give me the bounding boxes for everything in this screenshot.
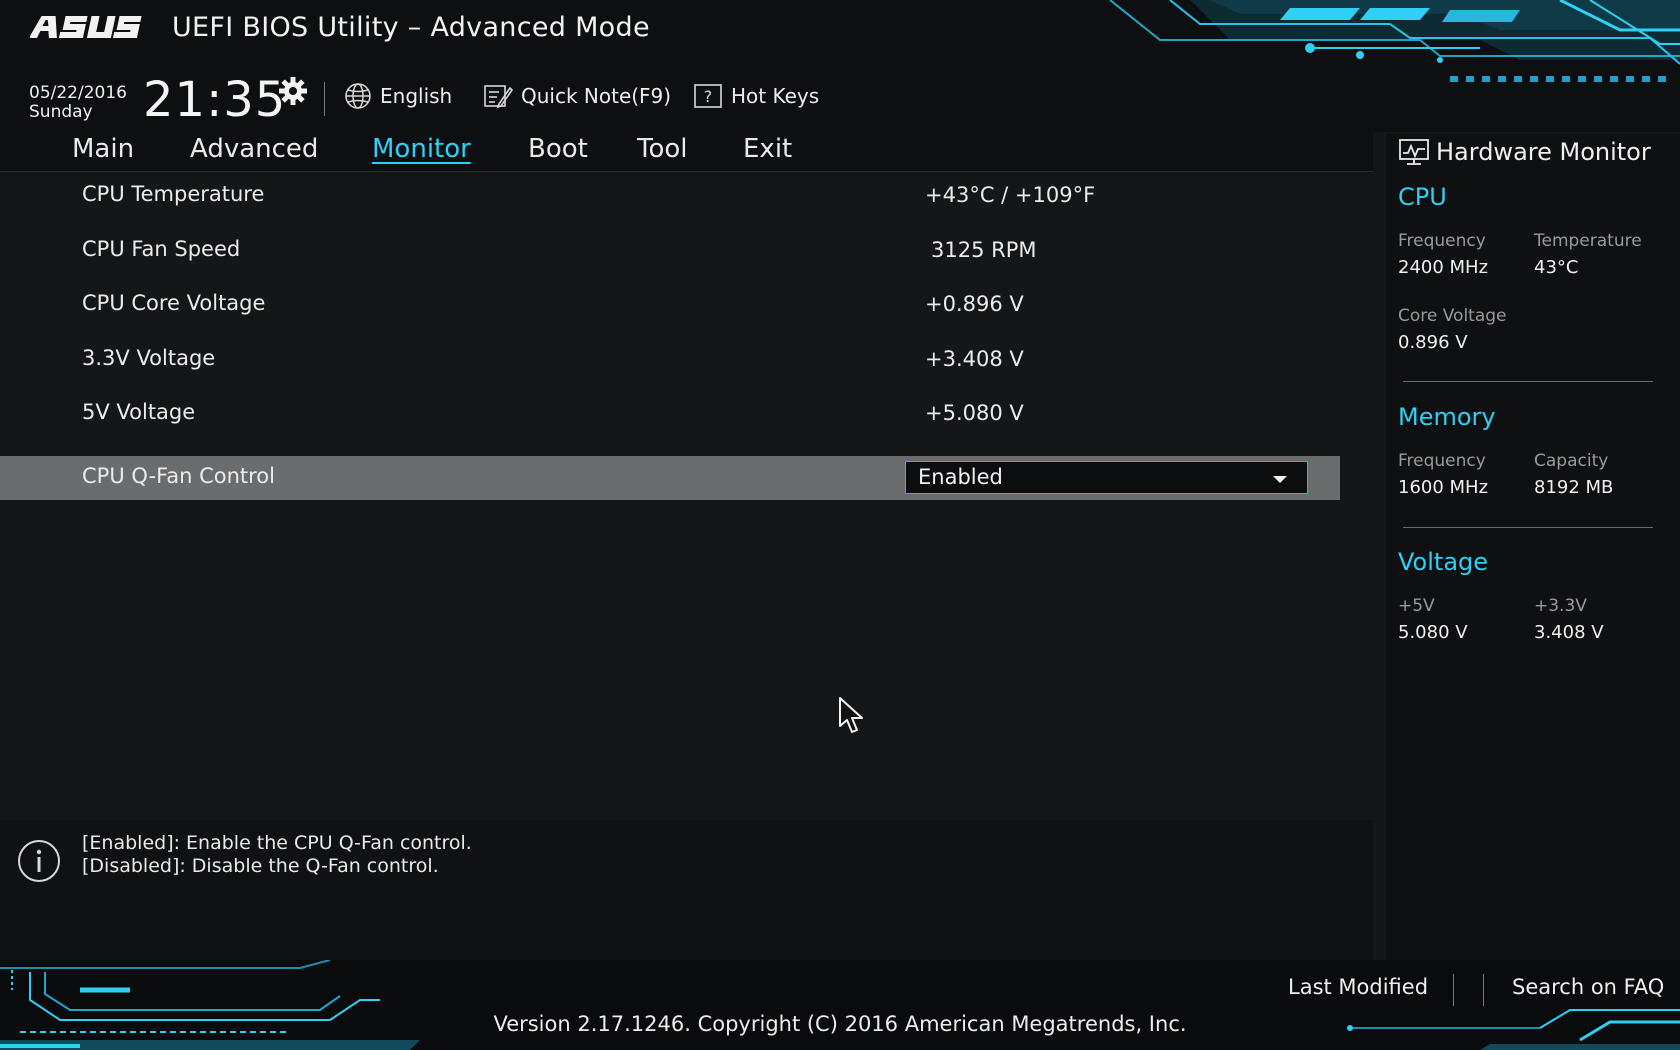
bios-window: UEFI BIOS Utility – Advanced Mode 05/22/… bbox=[0, 0, 1680, 1050]
setting-label: CPU Fan Speed bbox=[82, 237, 241, 261]
chevron-down-icon bbox=[1273, 476, 1287, 483]
clock: 21:35 bbox=[143, 72, 287, 128]
hw-voltage-3v3-label: +3.3V bbox=[1534, 596, 1587, 616]
hw-cpu-frequency-label: Frequency bbox=[1398, 231, 1486, 251]
language-button[interactable]: English bbox=[344, 80, 452, 112]
footer-separator bbox=[1453, 974, 1454, 1006]
help-text-disabled: [Disabled]: Disable the Q-Fan control. bbox=[82, 855, 439, 877]
help-key-icon: ? bbox=[694, 84, 722, 108]
hw-cpu-core-voltage-value: 0.896 V bbox=[1398, 332, 1468, 353]
tab-advanced[interactable]: Advanced bbox=[190, 134, 318, 164]
date-block: 05/22/2016 Sunday bbox=[29, 84, 127, 122]
setting-label: CPU Core Voltage bbox=[82, 291, 266, 315]
hardware-monitor-title: Hardware Monitor bbox=[1398, 138, 1651, 166]
hw-memory-capacity-value: 8192 MB bbox=[1534, 477, 1614, 498]
note-icon bbox=[484, 85, 513, 109]
hw-section-cpu: CPU bbox=[1398, 183, 1447, 211]
gear-icon[interactable] bbox=[278, 76, 308, 106]
footer-circuit-left bbox=[0, 960, 420, 1050]
hw-memory-capacity-label: Capacity bbox=[1534, 451, 1609, 471]
search-on-faq-button[interactable]: Search on FAQ bbox=[1512, 975, 1664, 999]
setting-label: 5V Voltage bbox=[82, 400, 196, 424]
hw-divider bbox=[1403, 381, 1653, 382]
hw-voltage-5v-label: +5V bbox=[1398, 596, 1435, 616]
main-tabs: Main Advanced Monitor Boot Tool Exit bbox=[0, 132, 1373, 172]
setting-row-cpu-fan-speed[interactable]: CPU Fan Speed 3125 RPM bbox=[0, 229, 1340, 273]
globe-icon bbox=[345, 83, 371, 109]
setting-row-5v-voltage[interactable]: 5V Voltage +5.080 V bbox=[0, 392, 1340, 436]
header-separator bbox=[324, 82, 325, 116]
q-fan-control-dropdown[interactable]: Enabled bbox=[905, 461, 1308, 494]
info-icon bbox=[18, 840, 60, 882]
tab-exit[interactable]: Exit bbox=[743, 134, 792, 164]
setting-row-cpu-temperature[interactable]: CPU Temperature +43°C / +109°F bbox=[0, 174, 1340, 218]
dropdown-value: Enabled bbox=[918, 465, 1003, 489]
footer-separator bbox=[1483, 974, 1484, 1006]
hw-section-voltage: Voltage bbox=[1398, 548, 1489, 576]
setting-label: 3.3V Voltage bbox=[82, 346, 216, 370]
monitor-settings-panel: CPU Temperature +43°C / +109°F CPU Fan S… bbox=[0, 173, 1373, 809]
last-modified-button[interactable]: Last Modified bbox=[1288, 975, 1428, 999]
hw-cpu-core-voltage-label: Core Voltage bbox=[1398, 306, 1507, 326]
hw-memory-frequency-value: 1600 MHz bbox=[1398, 477, 1489, 498]
asus-logo bbox=[28, 14, 142, 44]
setting-row-3v3-voltage[interactable]: 3.3V Voltage +3.408 V bbox=[0, 338, 1340, 382]
setting-label: CPU Q-Fan Control bbox=[82, 464, 275, 488]
hw-section-memory: Memory bbox=[1398, 403, 1496, 431]
help-panel: [Enabled]: Enable the CPU Q-Fan control.… bbox=[0, 820, 1373, 960]
circuit-decoration bbox=[1109, 0, 1680, 82]
setting-row-cpu-core-voltage[interactable]: CPU Core Voltage +0.896 V bbox=[0, 283, 1340, 327]
monitor-icon bbox=[1399, 139, 1429, 165]
header: UEFI BIOS Utility – Advanced Mode 05/22/… bbox=[0, 0, 1680, 132]
setting-row-cpu-q-fan-control[interactable]: CPU Q-Fan Control Enabled bbox=[0, 456, 1340, 500]
help-text-enabled: [Enabled]: Enable the CPU Q-Fan control. bbox=[82, 832, 472, 854]
svg-text:?: ? bbox=[704, 87, 713, 106]
language-label: English bbox=[380, 84, 453, 108]
quick-note-label: Quick Note(F9) bbox=[521, 84, 672, 108]
tab-monitor[interactable]: Monitor bbox=[372, 134, 471, 164]
hw-voltage-5v-value: 5.080 V bbox=[1398, 622, 1468, 643]
hw-voltage-3v3-value: 3.408 V bbox=[1534, 622, 1604, 643]
setting-value: 3125 RPM bbox=[931, 238, 1037, 262]
mouse-cursor-icon bbox=[839, 697, 863, 733]
hardware-monitor-panel: Hardware Monitor CPU Frequency Temperatu… bbox=[1386, 134, 1680, 960]
app-title: UEFI BIOS Utility – Advanced Mode bbox=[172, 12, 650, 43]
hw-memory-frequency-label: Frequency bbox=[1398, 451, 1486, 471]
hw-cpu-temperature-value: 43°C bbox=[1534, 257, 1579, 278]
hw-cpu-frequency-value: 2400 MHz bbox=[1398, 257, 1489, 278]
day-text: Sunday bbox=[29, 102, 93, 122]
footer: Last Modified Search on FAQ Version 2.17… bbox=[0, 960, 1680, 1050]
setting-value: +0.896 V bbox=[925, 292, 1024, 316]
setting-value: +43°C / +109°F bbox=[925, 183, 1096, 207]
copyright-text: Version 2.17.1246. Copyright (C) 2016 Am… bbox=[493, 1012, 1187, 1036]
hot-keys-label: Hot Keys bbox=[731, 84, 820, 108]
hw-cpu-temperature-label: Temperature bbox=[1534, 231, 1642, 251]
date-text: 05/22/2016 bbox=[29, 83, 127, 103]
tab-boot[interactable]: Boot bbox=[528, 134, 588, 164]
tab-tool[interactable]: Tool bbox=[637, 134, 688, 164]
quick-note-button[interactable]: Quick Note(F9) bbox=[483, 80, 671, 112]
hardware-monitor-title-text: Hardware Monitor bbox=[1436, 138, 1651, 166]
hot-keys-button[interactable]: ? Hot Keys bbox=[693, 80, 819, 112]
setting-value: +3.408 V bbox=[925, 347, 1024, 371]
setting-value: +5.080 V bbox=[925, 401, 1024, 425]
hw-divider bbox=[1403, 527, 1653, 528]
tab-main[interactable]: Main bbox=[72, 134, 134, 164]
setting-label: CPU Temperature bbox=[82, 182, 265, 206]
